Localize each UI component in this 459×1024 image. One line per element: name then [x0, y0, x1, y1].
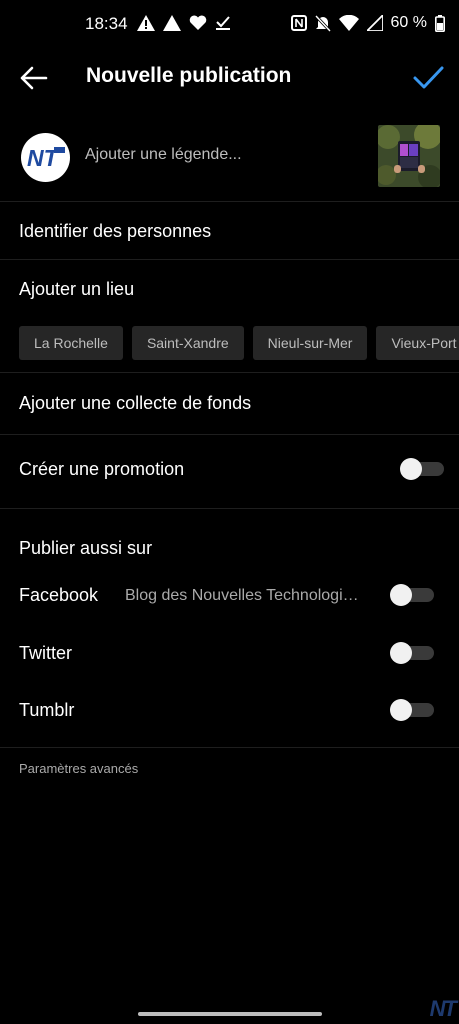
app-header: Nouvelle publication — [0, 52, 459, 104]
location-suggestions: La Rochelle Saint-Xandre Nieul-sur-Mer V… — [19, 326, 459, 360]
tumblr-label: Tumblr — [19, 700, 75, 720]
caption-row: NT Ajouter une légende... — [0, 120, 459, 200]
divider — [0, 201, 459, 202]
nfc-icon — [290, 15, 307, 31]
photo-preview-icon — [378, 125, 440, 187]
tag-people-item[interactable]: Identifier des personnes — [19, 221, 211, 242]
post-thumbnail[interactable] — [378, 125, 440, 187]
divider — [0, 747, 459, 748]
facebook-toggle[interactable] — [390, 584, 434, 606]
location-chip[interactable]: Vieux-Port d — [376, 326, 459, 360]
share-section-title: Publier aussi sur — [19, 538, 153, 558]
facebook-label: Facebook — [19, 585, 99, 605]
download-check-icon — [216, 16, 230, 30]
wifi-icon — [338, 15, 359, 31]
avatar: NT — [21, 133, 70, 182]
home-indicator[interactable] — [138, 1012, 322, 1016]
caption-input[interactable]: Ajouter une légende... — [85, 146, 242, 164]
divider — [0, 508, 459, 509]
watermark-logo: NT — [429, 996, 457, 1021]
location-chip[interactable]: Nieul-sur-Mer — [252, 326, 368, 360]
advanced-settings-link[interactable]: Paramètres avancés — [19, 761, 138, 776]
check-icon[interactable] — [411, 60, 445, 94]
promotion-toggle[interactable] — [400, 458, 444, 480]
status-time: 18:34 — [85, 14, 128, 33]
cell-signal-icon — [366, 15, 383, 31]
create-promotion-label: Créer une promotion — [19, 459, 185, 479]
page-title: Nouvelle publication — [86, 64, 292, 87]
twitter-toggle[interactable] — [390, 642, 434, 664]
mute-bell-icon — [314, 14, 331, 32]
divider — [0, 434, 459, 435]
location-chip[interactable]: Saint-Xandre — [131, 326, 244, 360]
twitter-label: Twitter — [19, 643, 73, 663]
tumblr-toggle[interactable] — [390, 699, 434, 721]
location-chip[interactable]: La Rochelle — [19, 326, 123, 360]
signal-triangle-icon — [163, 15, 181, 31]
back-arrow-icon[interactable] — [18, 62, 50, 94]
battery-percent: 60 % — [390, 14, 427, 31]
divider — [0, 259, 459, 260]
divider — [0, 372, 459, 373]
add-location-item[interactable]: Ajouter un lieu — [19, 279, 134, 300]
status-bar: 18:34 60 % — [0, 0, 459, 50]
nt-logo-icon: NT — [21, 133, 70, 182]
facebook-page-name[interactable]: Blog des Nouvelles Technologi… — [125, 587, 375, 605]
battery-icon — [435, 14, 445, 32]
alert-icon — [137, 15, 155, 31]
heart-icon — [189, 15, 207, 30]
add-fundraiser-item[interactable]: Ajouter une collecte de fonds — [19, 393, 251, 414]
